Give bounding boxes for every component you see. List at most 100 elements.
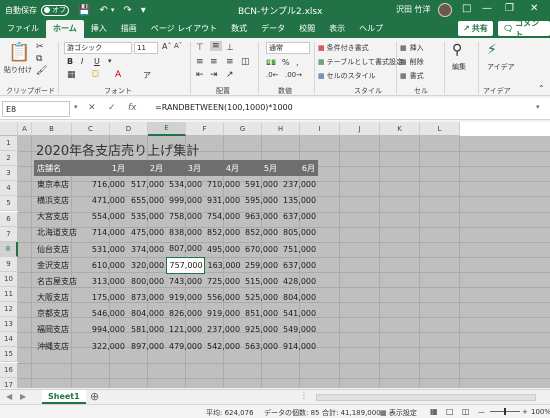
tab-help[interactable]: ヘルプ <box>352 23 390 38</box>
expand-formula-icon[interactable]: ▾ <box>536 103 540 111</box>
sales-cell[interactable]: 320,000 <box>128 257 166 273</box>
sales-cell[interactable]: 121,000 <box>166 322 204 338</box>
normal-view-icon[interactable]: ▦ <box>430 407 438 416</box>
sales-cell[interactable]: 743,000 <box>166 273 204 289</box>
sales-cell[interactable]: 919,000 <box>166 290 204 306</box>
sales-cell[interactable]: 852,000 <box>242 225 280 241</box>
header-month[interactable]: 6月 <box>280 160 318 177</box>
sales-cell[interactable]: 919,000 <box>204 306 242 322</box>
row-header[interactable]: 2 <box>0 151 18 167</box>
sales-cell[interactable]: 994,000 <box>88 322 128 338</box>
user-name[interactable]: 沢田 竹洋 <box>396 4 431 15</box>
sales-cell[interactable]: 805,000 <box>280 225 318 241</box>
sheet-tab-sheet1[interactable]: Sheet1 <box>42 390 86 404</box>
column-header[interactable]: C <box>72 122 110 136</box>
store-name-cell[interactable]: 名古屋支店 <box>34 273 88 289</box>
undo-dropdown-icon[interactable]: ▾ <box>111 6 115 14</box>
column-header[interactable]: E <box>148 122 186 136</box>
column-header[interactable]: H <box>262 122 300 136</box>
ideas-button[interactable]: アイデア <box>487 62 515 72</box>
phonetic-icon[interactable]: ア <box>143 70 151 81</box>
sales-cell[interactable]: 637,000 <box>280 209 318 225</box>
ribbon-display-icon[interactable]: □ <box>462 3 471 14</box>
tab-home[interactable]: ホーム <box>46 20 84 38</box>
decrease-decimal-icon[interactable]: .00→ <box>285 71 302 79</box>
select-all-button[interactable] <box>0 122 18 136</box>
merge-icon[interactable]: ◫ <box>241 57 250 67</box>
sales-cell[interactable]: 925,000 <box>242 322 280 338</box>
row-header[interactable]: 13 <box>0 317 18 333</box>
sales-cell[interactable]: 237,000 <box>280 176 318 192</box>
row-header[interactable]: 3 <box>0 166 18 182</box>
header-month[interactable]: 1月 <box>88 160 128 177</box>
sales-cell[interactable]: 531,000 <box>88 241 128 257</box>
sales-cell[interactable]: 714,000 <box>88 225 128 241</box>
sales-cell[interactable]: 851,000 <box>242 306 280 322</box>
selected-cell[interactable]: 757,000 <box>165 256 205 274</box>
horizontal-scrollbar[interactable] <box>316 394 536 401</box>
tab-data[interactable]: データ <box>254 23 292 38</box>
header-month[interactable]: 4月 <box>204 160 242 177</box>
minimize-icon[interactable]: — <box>482 3 492 14</box>
sales-cell[interactable]: 754,000 <box>204 209 242 225</box>
sales-cell[interactable]: 838,000 <box>166 225 204 241</box>
align-left-icon[interactable]: ≡ <box>196 57 204 67</box>
font-size-select[interactable]: 11 <box>134 42 158 54</box>
customize-toolbar-icon[interactable]: ▾ <box>141 5 146 16</box>
prev-sheet-icon[interactable]: ◀ <box>6 392 12 401</box>
undo-icon[interactable]: ↶ <box>99 5 107 16</box>
sales-cell[interactable]: 610,000 <box>88 257 128 273</box>
sales-cell[interactable]: 826,000 <box>166 306 204 322</box>
cell-styles-button[interactable]: ▦ セルのスタイル <box>318 71 376 81</box>
insert-cells-button[interactable]: ▦ 挿入 <box>400 43 424 53</box>
store-name-cell[interactable]: 東京本店 <box>34 176 88 192</box>
page-layout-view-icon[interactable]: □ <box>446 407 454 416</box>
align-center-icon[interactable]: ≡ <box>210 57 218 67</box>
increase-decimal-icon[interactable]: .0← <box>266 71 279 79</box>
sales-cell[interactable]: 525,000 <box>242 290 280 306</box>
sales-cell[interactable]: 655,000 <box>128 192 166 208</box>
sales-cell[interactable]: 800,000 <box>128 273 166 289</box>
save-icon[interactable]: 💾 <box>78 5 90 16</box>
percent-icon[interactable]: % <box>282 58 290 67</box>
format-as-table-button[interactable]: ▦ テーブルとして書式設定 <box>318 57 403 67</box>
sales-cell[interactable]: 479,000 <box>166 338 204 354</box>
paste-button[interactable]: 貼り付け <box>4 65 32 75</box>
header-month[interactable]: 2月 <box>128 160 166 177</box>
row-header[interactable]: 4 <box>0 181 18 197</box>
sales-cell[interactable]: 725,000 <box>204 273 242 289</box>
row-header[interactable]: 5 <box>0 196 18 212</box>
align-bottom-icon[interactable]: ⊥ <box>226 43 234 53</box>
dropdown-arrow-icon[interactable]: ▾ <box>108 57 112 65</box>
align-middle-icon[interactable]: ≡ <box>210 41 222 51</box>
sheet-title[interactable]: 2020年各支店売り上げ集計 <box>36 140 199 159</box>
decrease-indent-icon[interactable]: ⇤ <box>196 70 204 80</box>
row-header[interactable]: 1 <box>0 136 18 152</box>
sales-cell[interactable]: 542,000 <box>204 338 242 354</box>
sales-cell[interactable]: 581,000 <box>128 322 166 338</box>
avatar[interactable] <box>438 3 452 17</box>
row-header[interactable]: 9 <box>0 256 18 272</box>
row-header[interactable]: 15 <box>0 347 18 363</box>
column-header[interactable]: G <box>224 122 262 136</box>
sales-cell[interactable]: 534,000 <box>166 176 204 192</box>
header-store-name[interactable]: 店舗名 <box>34 160 88 177</box>
comma-icon[interactable]: , <box>296 58 299 67</box>
tab-view[interactable]: 表示 <box>322 23 352 38</box>
sales-cell[interactable]: 804,000 <box>280 290 318 306</box>
column-header[interactable]: B <box>32 122 72 136</box>
sales-cell[interactable]: 804,000 <box>128 306 166 322</box>
autosave-toggle[interactable]: オフ <box>41 4 69 16</box>
insert-function-icon[interactable]: fx <box>128 103 137 113</box>
store-name-cell[interactable]: 仙台支店 <box>34 241 88 257</box>
sales-cell[interactable]: 563,000 <box>242 338 280 354</box>
row-header[interactable]: 16 <box>0 362 18 378</box>
column-header[interactable]: I <box>300 122 340 136</box>
close-icon[interactable]: ✕ <box>530 3 538 14</box>
restore-icon[interactable]: ❐ <box>505 3 514 14</box>
sales-cell[interactable]: 852,000 <box>204 225 242 241</box>
increase-font-icon[interactable]: Aˆ <box>162 42 171 51</box>
store-name-cell[interactable]: 金沢支店 <box>34 257 88 273</box>
format-painter-icon[interactable]: 🖌 <box>36 66 47 76</box>
fill-color-icon[interactable]: ⛋ <box>92 70 99 80</box>
